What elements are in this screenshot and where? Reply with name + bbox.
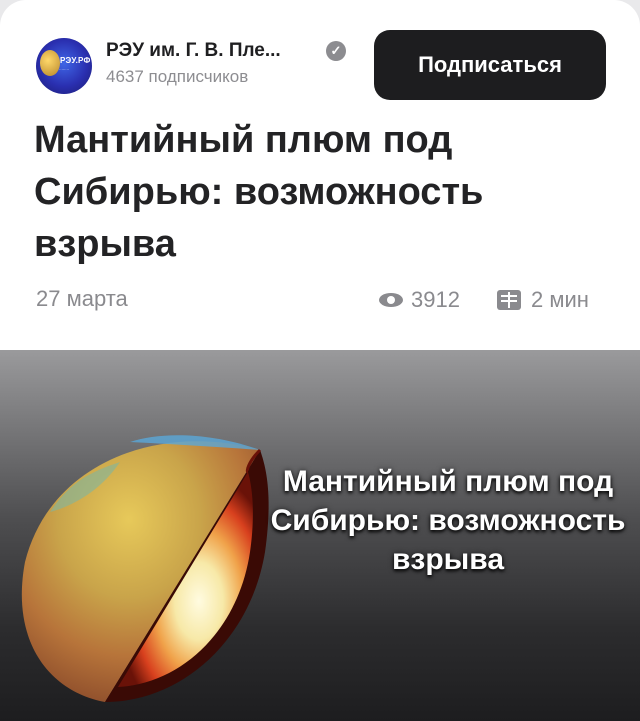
book-icon [497,290,521,310]
cover-headline: Мантийный плюм под Сибирью: возможность … [270,465,626,576]
avatar-subtext: ∙∙∙∙∙∙∙∙ [59,67,70,72]
article-cover-image[interactable]: Мантийный плюм под Сибирью: возможность … [0,350,640,721]
channel-header: РЭУ.РФ ∙∙∙∙∙∙∙∙ РЭУ им. Г. В. Пле... ✓ 4… [0,0,640,130]
subscribe-button[interactable]: Подписаться [374,30,606,100]
subscriber-count: 4637 подписчиков [106,67,249,86]
check-badge-icon: ✓ [326,41,346,61]
avatar-text: РЭУ.РФ [60,56,91,65]
eye-icon [379,293,403,307]
article-title[interactable]: Мантийный плюм под Сибирью: возможность … [34,114,614,270]
emblem-icon [40,50,60,76]
channel-name[interactable]: РЭУ им. Г. В. Пле... [106,40,281,62]
views-count: 3912 [411,287,460,312]
views-counter: 3912 [379,286,460,314]
article-card: РЭУ.РФ ∙∙∙∙∙∙∙∙ РЭУ им. Г. В. Пле... ✓ 4… [0,0,640,721]
read-time: 2 мин [497,286,589,314]
publish-date: 27 марта [36,286,128,311]
channel-avatar[interactable]: РЭУ.РФ ∙∙∙∙∙∙∙∙ [36,38,92,94]
earth-cutaway-illustration [21,435,269,702]
read-time-label: 2 мин [531,287,589,312]
